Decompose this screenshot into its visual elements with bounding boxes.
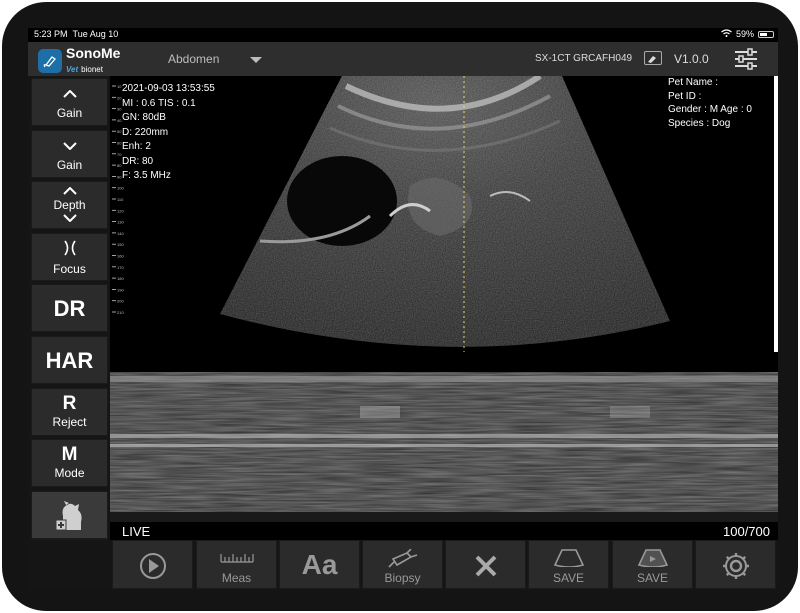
left-toolbar: Gain Gain Depth Focus DR HAR R Reject M … [28, 76, 110, 590]
probe-connection-icon[interactable] [644, 51, 662, 65]
mi-tis-value: MI : 0.6 TIS : 0.1 [122, 97, 196, 109]
focus-label: Focus [53, 262, 86, 276]
preset-select[interactable]: Abdomen [168, 52, 219, 66]
dr-button[interactable]: DR [31, 284, 108, 332]
focus-button[interactable]: Focus [31, 233, 108, 281]
scan-datetime: 2021-09-03 13:53:55 [122, 83, 215, 94]
app-screen: 5:23 PM Tue Aug 10 59% SonoMe Vet bionet … [28, 28, 778, 590]
annotation-button[interactable]: Aa [279, 540, 360, 589]
brand-name: SonoMe [66, 45, 121, 61]
measure-label: Meas [221, 571, 252, 585]
depth-value: D: 220mm [122, 126, 169, 138]
ios-status-bar: 5:23 PM Tue Aug 10 59% [28, 28, 778, 42]
pet-gender-age: Gender : M Age : 0 [668, 104, 752, 115]
depth-tick-label: 190 [117, 287, 124, 292]
chevron-down-icon [32, 212, 107, 224]
reject-button[interactable]: R Reject [31, 388, 108, 436]
depth-tick-label: 140 [117, 231, 124, 236]
play-button[interactable] [112, 540, 193, 589]
battery-percent: 59% [735, 29, 754, 39]
veterinary-preset-button[interactable] [31, 491, 108, 539]
probe-logo-icon [38, 49, 62, 73]
gain-value: GN: 80dB [122, 112, 166, 123]
close-icon [475, 555, 496, 577]
play-icon [139, 553, 166, 579]
mode-big-label: M [61, 444, 78, 465]
bottom-toolbar: Meas Aa Biopsy SAVE SAVE [28, 540, 778, 590]
status-time: 5:23 PM [34, 29, 68, 39]
save-clip-icon [637, 549, 668, 567]
gain-down-button[interactable]: Gain [31, 130, 108, 178]
patient-info-overlay: Pet Name : Pet ID : Gender : M Age : 0 S… [668, 76, 752, 130]
m-mode-status: LIVE 100/700 [110, 522, 778, 540]
pet-id: Pet ID : [668, 90, 702, 102]
m-mode-trace[interactable] [110, 372, 778, 522]
live-indicator: LIVE [122, 524, 151, 539]
har-label: HAR [45, 348, 94, 373]
app-version: V1.0.0 [674, 52, 709, 66]
frame-counter: 100/700 [723, 524, 770, 539]
depth-tick-label: 130 [117, 220, 124, 225]
status-date: Tue Aug 10 [72, 29, 119, 39]
app-header: SonoMe Vet bionet Abdomen SX-1CT GRCAFH04… [28, 42, 778, 76]
depth-tick-label: 210 [117, 310, 124, 315]
mode-label: Mode [54, 466, 85, 480]
chevron-up-icon [32, 185, 107, 197]
settings-button[interactable] [695, 540, 776, 589]
brand-vet: Vet [66, 65, 79, 74]
dr-label: DR [53, 296, 86, 321]
gain-up-label: Gain [56, 106, 83, 120]
brand-sub: bionet [81, 65, 103, 74]
ruler-icon [219, 554, 254, 563]
depth-tick-label: 180 [117, 276, 124, 281]
biopsy-button[interactable]: Biopsy [362, 540, 443, 589]
image-info-overlay: 2021-09-03 13:53:55 MI : 0.6 TIS : 0.1 G… [122, 82, 215, 184]
reject-label: Reject [52, 415, 87, 429]
gear-icon [722, 553, 749, 579]
clear-button[interactable] [445, 540, 526, 589]
save-clip-button[interactable]: SAVE [612, 540, 693, 589]
save-clip-label: SAVE [636, 571, 669, 585]
save-image-icon [553, 549, 584, 567]
depth-tick-label: 200 [117, 299, 124, 304]
depth-tick-label: 170 [117, 265, 124, 270]
syringe-icon [387, 549, 417, 568]
focus-icon [32, 240, 107, 258]
biopsy-label: Biopsy [384, 571, 421, 585]
wifi-icon [721, 29, 732, 39]
pet-name: Pet Name : [668, 77, 719, 88]
battery-icon [758, 30, 774, 38]
dog-medical-icon [32, 500, 107, 537]
chevron-down-icon [32, 140, 107, 152]
depth-button[interactable]: Depth [31, 181, 108, 229]
gain-up-button[interactable]: Gain [31, 78, 108, 126]
depth-tick-label: 160 [117, 254, 124, 259]
save-image-label: SAVE [552, 571, 585, 585]
reject-big-label: R [62, 393, 77, 414]
depth-tick-label: 100 [117, 186, 124, 191]
sliders-icon[interactable] [734, 48, 758, 70]
chevron-up-icon [32, 88, 107, 100]
depth-tick-label: 120 [117, 208, 124, 213]
tablet-frame: 5:23 PM Tue Aug 10 59% SonoMe Vet bionet … [2, 2, 798, 611]
pet-species: Species : Dog [668, 117, 731, 129]
app-logo: SonoMe Vet bionet [38, 46, 120, 76]
text-icon: Aa [301, 549, 338, 580]
depth-tick-label: 110 [117, 197, 124, 202]
save-image-button[interactable]: SAVE [528, 540, 609, 589]
measure-button[interactable]: Meas [196, 540, 277, 589]
depth-label: Depth [53, 198, 86, 212]
depth-tick-label: 150 [117, 242, 124, 247]
enhance-value: Enh: 2 [122, 141, 151, 152]
probe-id: SX-1CT GRCAFH049 [535, 53, 633, 64]
dynamic-range-value: DR: 80 [122, 155, 154, 167]
m-mode-button[interactable]: M Mode [31, 439, 108, 487]
har-button[interactable]: HAR [31, 336, 108, 384]
gain-down-label: Gain [56, 158, 83, 172]
frequency-value: F: 3.5 MHz [122, 170, 171, 181]
chevron-down-icon[interactable] [250, 57, 262, 63]
